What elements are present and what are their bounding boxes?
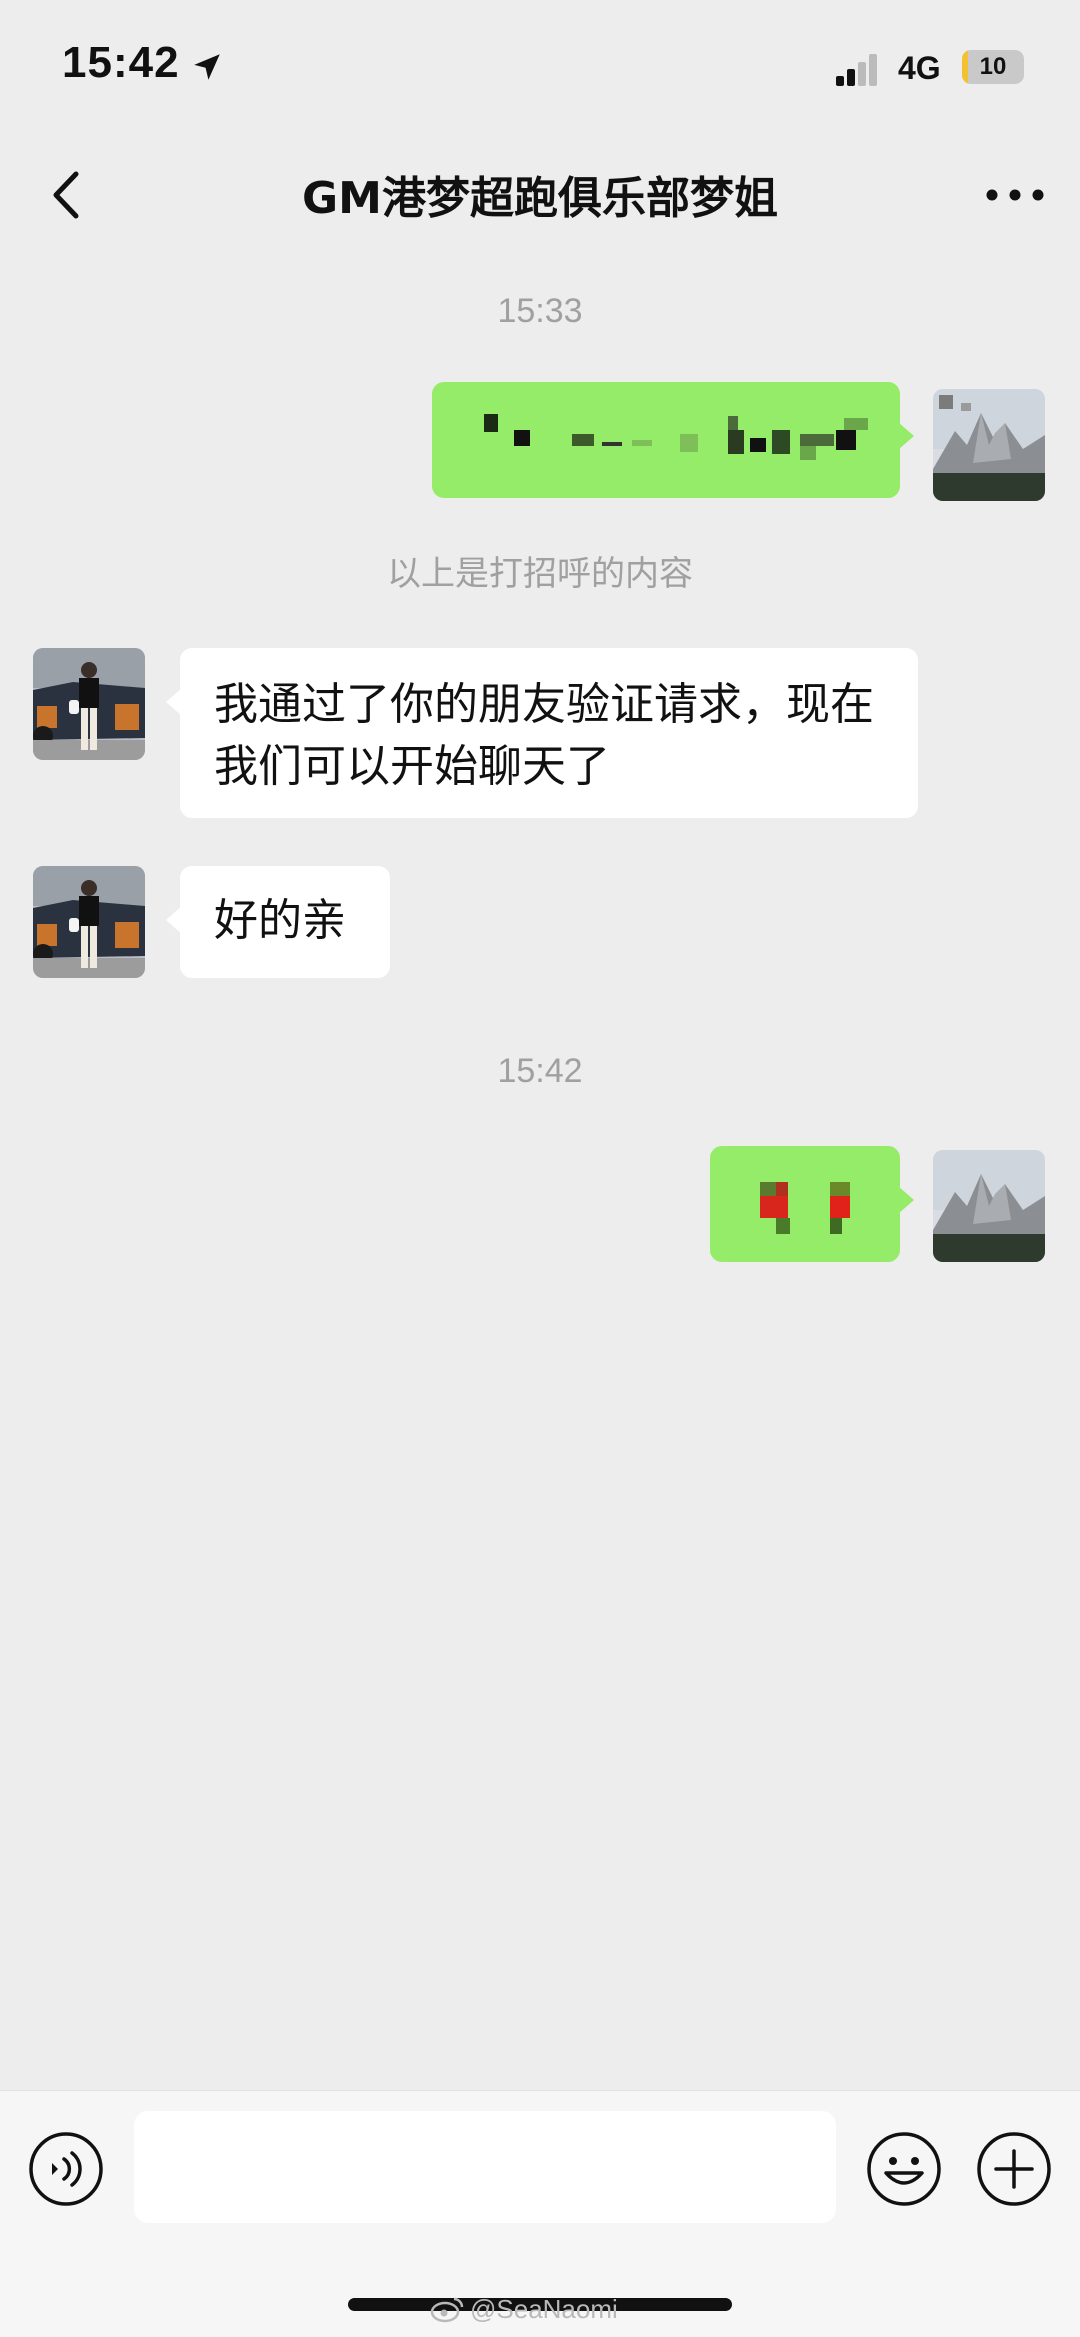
message-text: 好的亲: [214, 895, 346, 946]
contact-avatar[interactable]: [33, 648, 145, 760]
status-time: 15:42: [62, 38, 180, 87]
status-bar: 15:42 4G 10: [0, 0, 1080, 130]
system-notice: 以上是打招呼的内容: [387, 554, 693, 594]
my-avatar[interactable]: [933, 1150, 1045, 1262]
message-timestamp: 15:33: [497, 292, 583, 330]
location-arrow-icon: [194, 54, 220, 80]
chat-screen: 15:42 4G 10 GM港梦超跑俱乐部梦姐 15:33 以上是打招呼的内容 …: [0, 0, 1080, 2337]
received-message-bubble[interactable]: 我通过了你的朋友验证请求，现在我们可以开始聊天了: [166, 648, 918, 818]
battery-percent: 10: [979, 53, 1007, 80]
message-text: 我通过了你的朋友验证请求，现在我们可以开始聊天了: [214, 679, 874, 792]
battery-indicator: 10: [962, 50, 1024, 84]
mountain-avatar-image: [933, 389, 1045, 501]
weibo-icon: [430, 2297, 464, 2323]
plus-icon[interactable]: [976, 2131, 1052, 2207]
chat-title: GM港梦超跑俱乐部梦姐: [302, 173, 778, 224]
mountain-avatar-image: [933, 1150, 1045, 1262]
network-type: 4G: [898, 50, 941, 86]
more-dots-icon[interactable]: [980, 162, 1050, 228]
sent-message-bubble[interactable]: [432, 382, 914, 498]
message-timestamp: 15:42: [497, 1052, 583, 1090]
watermark: @SeaNaomi: [430, 2292, 618, 2326]
nav-bar: GM港梦超跑俱乐部梦姐: [0, 140, 1080, 250]
bubble-tail: [898, 1186, 914, 1214]
bubble-tail: [166, 906, 182, 934]
contact-avatar[interactable]: [33, 866, 145, 978]
chevron-left-icon[interactable]: [38, 160, 98, 230]
message-input[interactable]: [134, 2111, 836, 2223]
bubble-tail: [898, 422, 914, 450]
signal-strength-icon: [836, 54, 877, 86]
emoji-icon[interactable]: [866, 2131, 942, 2207]
person-car-avatar-image: [33, 648, 145, 760]
sent-message-bubble[interactable]: [710, 1146, 914, 1262]
person-car-avatar-image: [33, 866, 145, 978]
received-message-bubble[interactable]: 好的亲: [166, 866, 390, 978]
watermark-text: @SeaNaomi: [470, 2293, 618, 2324]
bubble-tail: [166, 688, 182, 716]
my-avatar[interactable]: [933, 389, 1045, 501]
voice-icon[interactable]: [28, 2131, 104, 2207]
